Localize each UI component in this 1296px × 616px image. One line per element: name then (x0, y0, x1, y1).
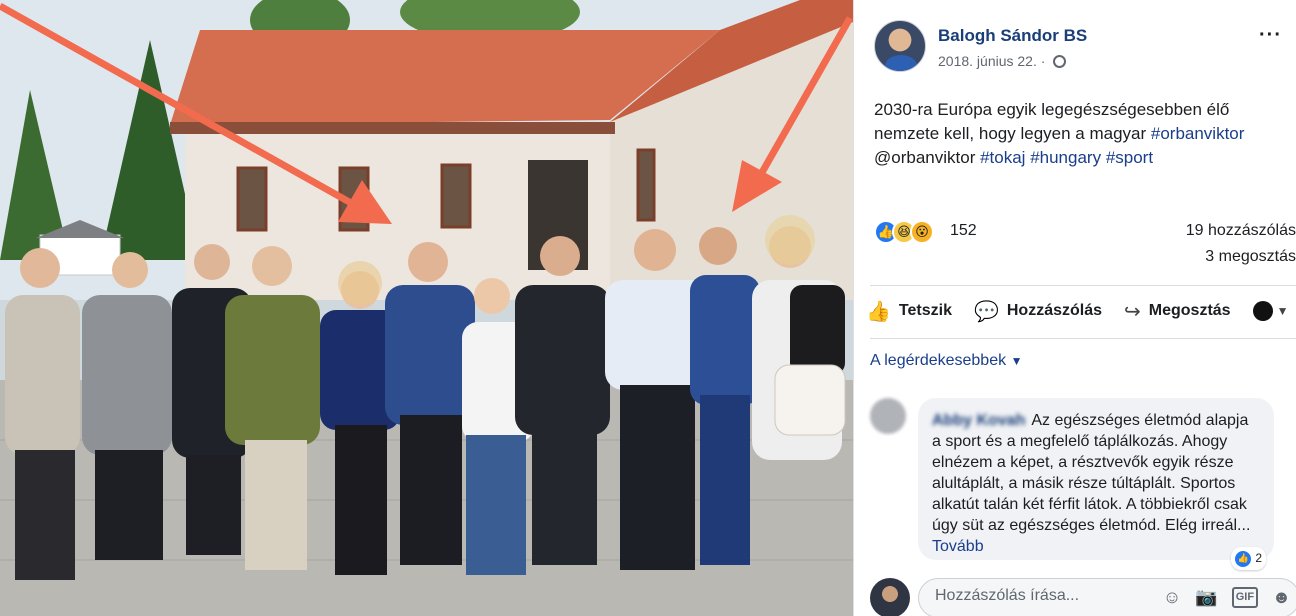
post-stats: 👍 😆 😮 152 19 hozzászólás 3 megosztás (874, 218, 1296, 270)
post-text: 2030-ra Európa egyik legegészségesebben … (874, 98, 1289, 170)
post-as-selector[interactable]: ▼ (1252, 301, 1289, 321)
like-label: Tetszik (898, 302, 952, 319)
post-header: Balogh Sándor BS 2018. június 22. · ··· (874, 20, 1286, 76)
shares-count[interactable]: 3 megosztás (1205, 248, 1296, 266)
author-name[interactable]: Balogh Sándor BS (938, 26, 1087, 46)
post-text-segment: @orbanviktor (874, 148, 981, 167)
post-side-panel: Balogh Sándor BS 2018. június 22. · ··· … (853, 0, 1296, 616)
post-meta: 2018. június 22. · (938, 53, 1067, 69)
post-date[interactable]: 2018. június 22. · (938, 53, 1045, 69)
comment-input[interactable] (935, 587, 1135, 605)
author-avatar[interactable] (874, 20, 926, 72)
comment-composer: ☺ 📷 GIF ☻ (870, 574, 1296, 616)
profile-mini-avatar (1252, 301, 1273, 321)
sort-label: A legérdekesebbek (870, 352, 1007, 369)
comment-like-count: 2 (1255, 551, 1262, 565)
like-button[interactable]: 👍 Tetszik (866, 299, 952, 324)
comment-input-box[interactable]: ☺ 📷 GIF ☻ (918, 578, 1296, 616)
chevron-down-icon: ▼ (1010, 354, 1023, 368)
comment-button[interactable]: 💬 Hozzászólás (974, 299, 1102, 324)
like-icon: 👍 (1235, 550, 1252, 567)
hashtag-link[interactable]: #tokaj (980, 148, 1025, 167)
action-bar: 👍 Tetszik 💬 Hozzászólás ↪ Megosztás ▼ (866, 292, 1296, 330)
gif-icon[interactable]: GIF (1231, 587, 1259, 608)
comment-icon: 💬 (973, 300, 999, 323)
chevron-down-icon: ▼ (1276, 304, 1289, 318)
reactions[interactable]: 👍 😆 😮 (874, 220, 934, 244)
comment-bubble: Abby Kovah Az egészséges életmód alapja a… (918, 398, 1274, 570)
hashtag-link[interactable]: #sport (1106, 148, 1153, 167)
composer-icons: ☺ 📷 GIF ☻ (1163, 587, 1291, 608)
wow-icon: 😮 (910, 220, 934, 244)
reaction-count[interactable]: 152 (950, 222, 977, 240)
more-options-icon[interactable]: ··· (1259, 24, 1282, 47)
comments-count[interactable]: 19 hozzászólás (1186, 222, 1296, 240)
divider (870, 338, 1296, 339)
sticker-icon[interactable]: ☻ (1272, 587, 1291, 608)
comment-sort-dropdown[interactable]: A legérdekesebbek ▼ (870, 352, 1022, 370)
divider (870, 285, 1296, 286)
commenter-name[interactable]: Abby Kovah (932, 412, 1025, 429)
camera-icon[interactable]: 📷 (1195, 587, 1217, 608)
share-button[interactable]: ↪ Megosztás (1124, 299, 1231, 324)
emoji-icon[interactable]: ☺ (1163, 587, 1181, 608)
comment-text: Az egészséges életmód alapja a sport és … (932, 412, 1251, 534)
group-photo-illustration (0, 0, 853, 616)
see-more-link[interactable]: Tovább (932, 538, 984, 555)
share-label: Megosztás (1148, 302, 1231, 319)
hashtag-link[interactable]: #hungary (1030, 148, 1101, 167)
thumbs-up-icon: 👍 (866, 300, 891, 323)
commenter-avatar[interactable] (870, 398, 906, 434)
my-avatar (870, 578, 910, 616)
comment-label: Hozzászólás (1006, 302, 1103, 319)
post-photo[interactable] (0, 0, 853, 616)
comment-item: Abby Kovah Az egészséges életmód alapja a… (870, 396, 1280, 570)
comment-reactions[interactable]: 👍 2 (1231, 547, 1266, 570)
share-icon: ↪ (1124, 300, 1141, 323)
globe-icon[interactable] (1053, 54, 1067, 68)
hashtag-link[interactable]: #orbanviktor (1151, 124, 1245, 143)
